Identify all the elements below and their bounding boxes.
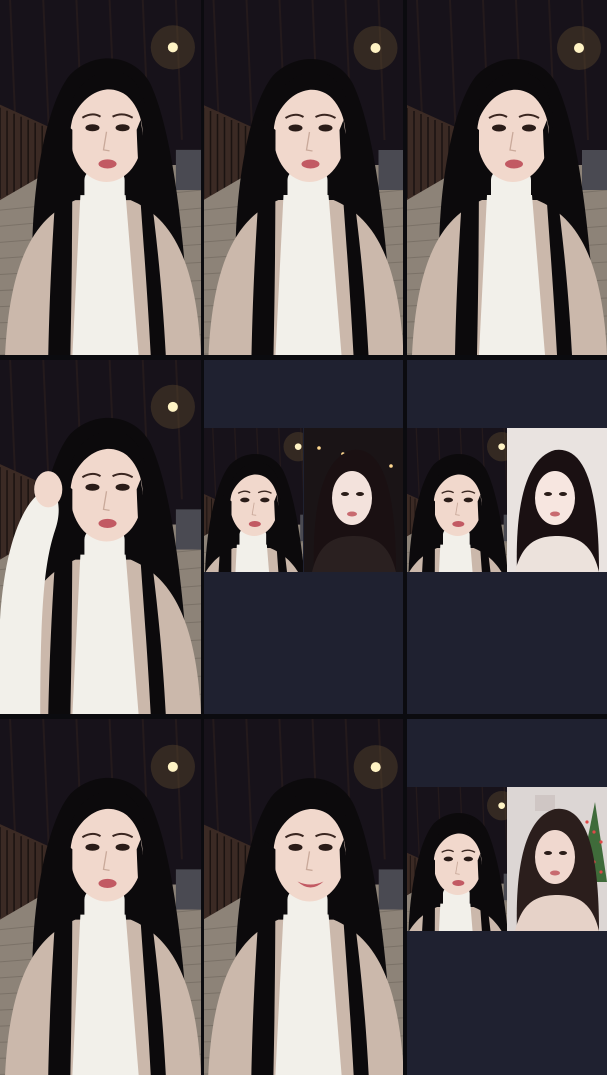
video-tile-selfie[interactable] (407, 0, 607, 355)
guest-right-eye (559, 851, 567, 855)
guest-lips (346, 511, 357, 517)
streetlight (167, 42, 178, 53)
tree-ornament (585, 820, 589, 824)
guest-lips (550, 511, 560, 517)
guest-left-eye (544, 492, 552, 496)
streetlight (498, 802, 505, 809)
guest-face (535, 830, 575, 884)
tree-ornament (599, 870, 603, 874)
right-eye (463, 856, 473, 862)
streetlight (498, 443, 505, 450)
guest-video (303, 428, 403, 572)
right-eye (115, 483, 130, 491)
tree-ornament (599, 840, 603, 844)
right-eye (260, 497, 270, 503)
left-eye (85, 843, 100, 851)
video-tile-selfie[interactable] (0, 0, 201, 355)
video-tile-selfie[interactable] (204, 0, 403, 355)
hand (34, 471, 63, 508)
video-tile-split-call[interactable] (204, 360, 403, 714)
lips (98, 878, 117, 888)
right-eye (522, 124, 536, 132)
streetlight (167, 761, 178, 772)
road (582, 150, 607, 190)
left-eye (492, 124, 506, 132)
selfie-video-frame (407, 0, 607, 355)
right-eye (463, 497, 473, 503)
selfie-video-frame (0, 0, 201, 355)
streetlight (294, 443, 302, 450)
left-eye (85, 124, 100, 132)
host-video (407, 787, 507, 931)
host-video (407, 428, 507, 572)
road (175, 149, 201, 191)
guest-video (507, 428, 607, 572)
road (175, 509, 201, 550)
selfie-video-frame (0, 719, 201, 1075)
lips (248, 521, 261, 527)
lips (452, 521, 465, 527)
video-tile-selfie[interactable] (0, 719, 201, 1075)
streetlight (574, 43, 584, 53)
streetlight (370, 43, 381, 53)
guest-right-eye (559, 492, 567, 496)
split-call-strip (407, 787, 607, 931)
right-eye (318, 843, 333, 851)
lips (505, 159, 523, 169)
guest-face (535, 471, 575, 525)
lips (452, 880, 465, 886)
streetlight (167, 401, 178, 412)
guest-right-eye (355, 492, 364, 496)
streetlight (370, 762, 381, 773)
tree-ornament (592, 830, 596, 834)
selfie-video-frame (0, 360, 201, 714)
guest-left-eye (340, 492, 349, 496)
lips (301, 159, 320, 169)
left-eye (443, 497, 453, 503)
right-eye (115, 124, 130, 132)
distant-lamp (388, 464, 393, 468)
left-eye (85, 483, 100, 491)
guest-video (507, 787, 607, 931)
selfie-video-frame (204, 719, 403, 1075)
video-tile-split-call[interactable] (407, 360, 607, 714)
left-eye (443, 856, 453, 862)
road (378, 150, 403, 190)
host-video (204, 428, 304, 572)
guest-face (331, 471, 372, 525)
video-tile-selfie[interactable] (204, 719, 403, 1075)
video-tile-selfie[interactable] (0, 360, 201, 714)
selfie-video-frame (204, 0, 403, 355)
right-eye (318, 124, 333, 132)
split-call-strip (204, 428, 403, 572)
lips (98, 518, 117, 528)
road (378, 869, 403, 910)
privacy-blur (535, 795, 555, 811)
video-tile-split-call[interactable] (407, 719, 607, 1075)
right-eye (115, 843, 130, 851)
lips (98, 159, 117, 169)
guest-left-eye (544, 851, 552, 855)
video-grid (0, 0, 607, 1075)
guest-lips (550, 870, 560, 876)
distant-lamp (316, 446, 321, 450)
left-eye (288, 843, 303, 851)
split-call-strip (407, 428, 607, 572)
left-eye (288, 124, 303, 132)
left-eye (240, 497, 250, 503)
road (175, 869, 201, 910)
